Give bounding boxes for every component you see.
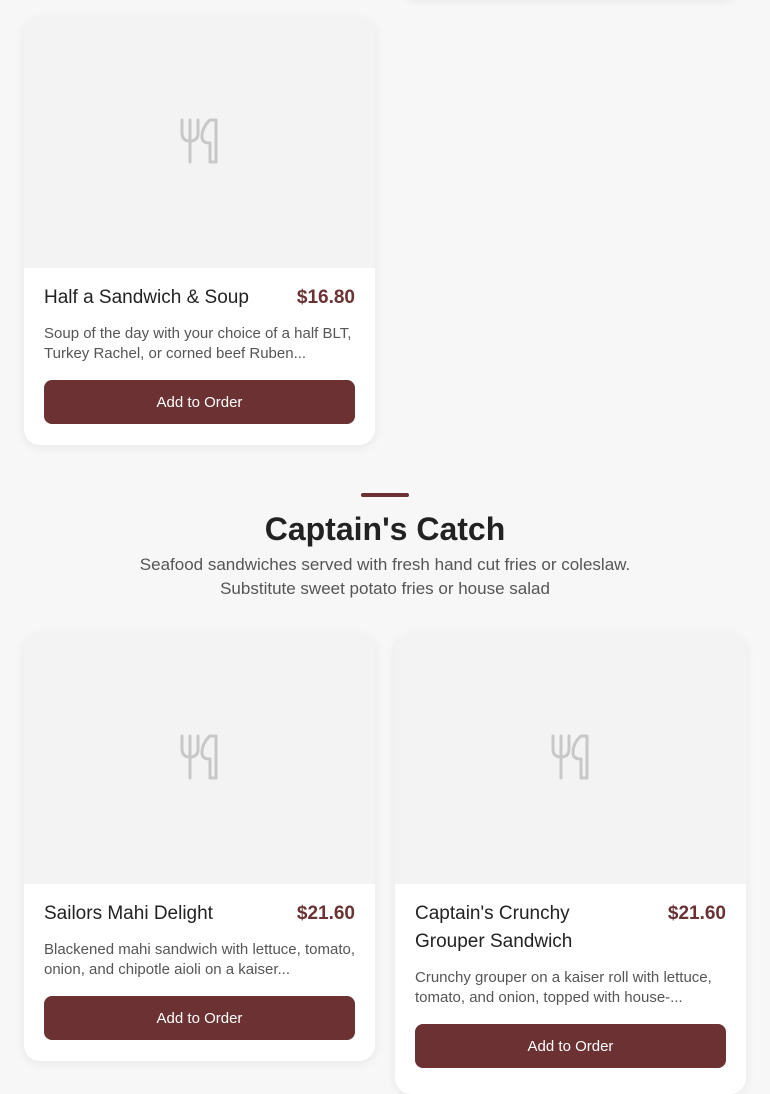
- section-header: Captain's Catch Seafood sandwiches serve…: [0, 493, 770, 601]
- add-to-order-button[interactable]: Add to Order: [44, 996, 355, 1040]
- menu-item-name: Sailors Mahi Delight: [44, 903, 213, 924]
- menu-item-card: Sailors Mahi Delight $21.60 Blackened ma…: [24, 634, 375, 1061]
- utensils-icon: [178, 117, 222, 170]
- menu-item-name: Half a Sandwich & Soup: [44, 287, 249, 308]
- menu-item-description: Blackened mahi sandwich with lettuce, to…: [44, 941, 355, 978]
- section-accent-bar: [361, 493, 409, 497]
- add-to-order-button[interactable]: Add to Order: [44, 380, 355, 424]
- section-title: Captain's Catch: [264, 511, 506, 547]
- menu-item-description: Crunchy grouper on a kaiser roll with le…: [415, 969, 712, 1006]
- menu-item-image-placeholder: [24, 18, 375, 268]
- menu-item-price: $16.80: [296, 287, 355, 308]
- menu-item-name: Captain's Crunchy Grouper Sandwich: [415, 903, 573, 952]
- menu-item-image-placeholder: [24, 634, 375, 884]
- add-to-order-button[interactable]: Add to Order: [415, 1024, 726, 1068]
- utensils-icon: [549, 733, 593, 786]
- utensils-icon: [178, 733, 222, 786]
- menu-item-description: Soup of the day with your choice of a ha…: [44, 325, 352, 362]
- menu-item-price: $21.60: [296, 903, 355, 924]
- menu-item-image-placeholder: [395, 634, 746, 884]
- menu-item-card: Half a Sandwich & Soup $16.80 Soup of th…: [24, 18, 375, 445]
- section-subtitle-line-2: Substitute sweet potato fries or house s…: [220, 579, 550, 598]
- section-subtitle-line-1: Seafood sandwiches served with fresh han…: [139, 555, 631, 574]
- menu-item-price: $21.60: [667, 903, 726, 924]
- menu-item-card: Captain's Crunchy Grouper Sandwich $21.6…: [395, 634, 746, 1094]
